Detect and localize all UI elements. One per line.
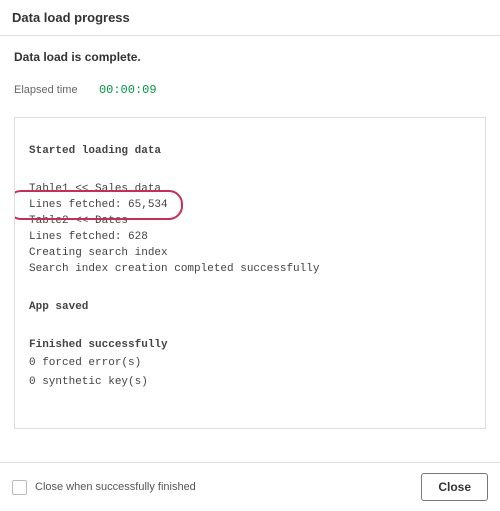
log-line: Table1 << Sales data	[29, 182, 471, 198]
dialog-footer: Close when successfully finished Close	[0, 462, 500, 511]
close-when-finished-label: Close when successfully finished	[35, 481, 196, 493]
close-when-finished-option[interactable]: Close when successfully finished	[12, 480, 196, 495]
log-line: Table2 << Dates	[29, 214, 471, 230]
close-button[interactable]: Close	[421, 473, 488, 501]
log-heading-finished: Finished successfully	[29, 338, 471, 354]
log-line: Lines fetched: 628	[29, 230, 471, 246]
dialog-title: Data load progress	[12, 10, 488, 25]
log-forced-errors: 0 forced error(s)	[29, 356, 471, 372]
dialog-header: Data load progress	[0, 0, 500, 36]
checkbox-icon[interactable]	[12, 480, 27, 495]
elapsed-time: 00:00:09	[99, 83, 157, 97]
log-synthetic-keys: 0 synthetic key(s)	[29, 375, 471, 391]
log-line: Lines fetched: 65,534	[29, 198, 471, 214]
elapsed-row: Elapsed time 00:00:09	[14, 82, 486, 97]
log-line: Creating search index	[29, 246, 471, 262]
dialog-body: Data load is complete. Elapsed time 00:0…	[0, 36, 500, 443]
status-message: Data load is complete.	[14, 50, 486, 64]
elapsed-label: Elapsed time	[14, 84, 78, 96]
log-line: Search index creation completed successf…	[29, 262, 471, 278]
log-heading-start: Started loading data	[29, 144, 471, 160]
log-output: Started loading data Table1 << Sales dat…	[14, 117, 486, 429]
log-heading-saved: App saved	[29, 300, 471, 316]
